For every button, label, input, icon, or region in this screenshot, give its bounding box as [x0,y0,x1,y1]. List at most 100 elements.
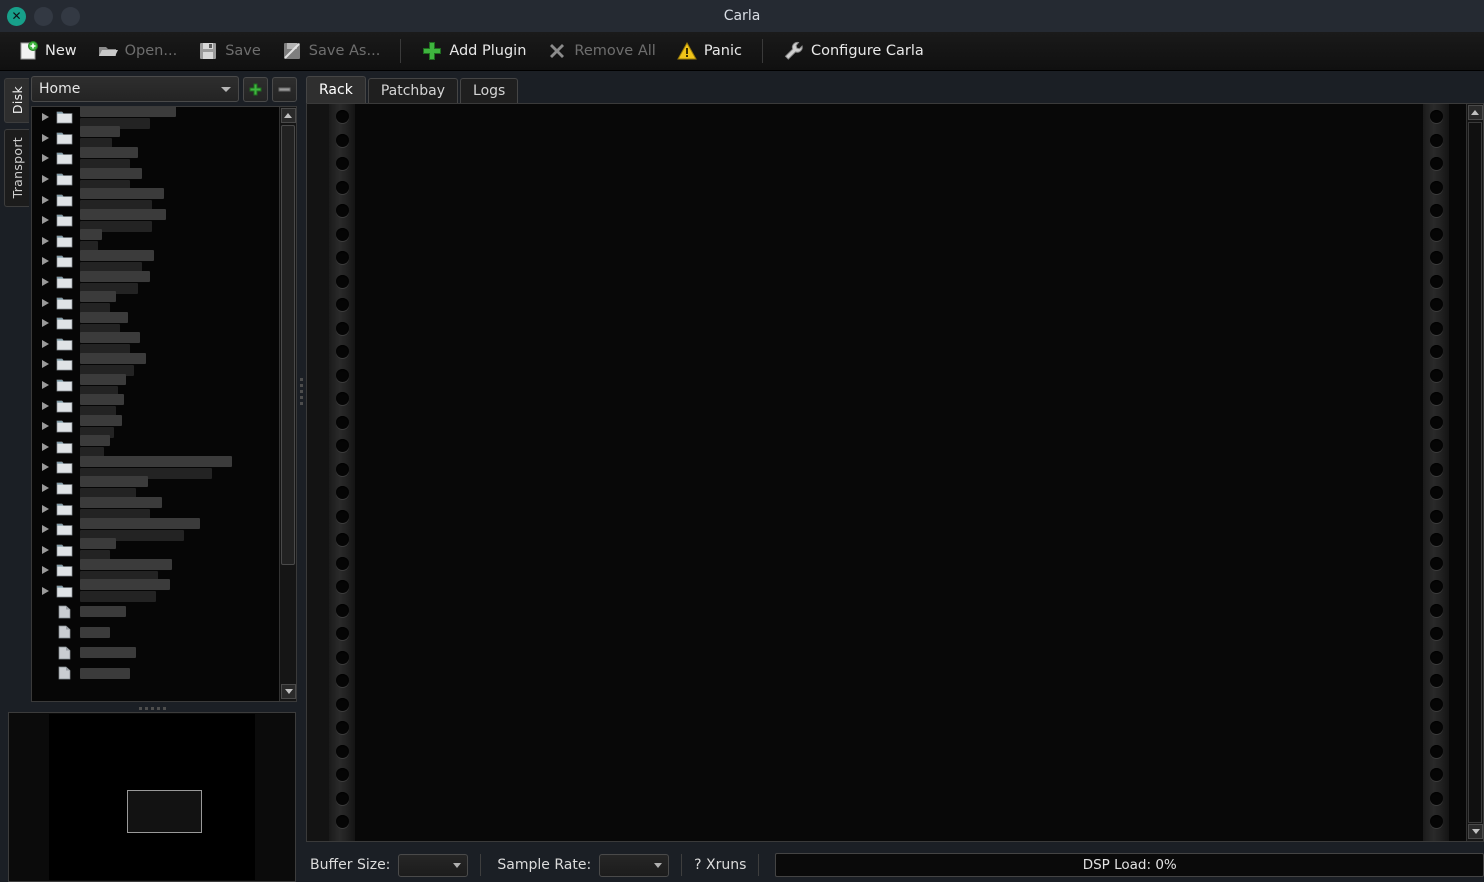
file-tree-row-label [80,579,170,603]
tab-logs[interactable]: Logs [460,78,519,103]
minimize-button[interactable] [34,6,53,26]
file-tree-row[interactable] [32,229,279,253]
file-tree-row[interactable] [32,291,279,315]
expand-triangle-icon[interactable] [38,440,52,454]
file-tree-row[interactable] [32,167,279,191]
expand-triangle-icon[interactable] [38,399,52,413]
rack-scroll-down-button[interactable] [1468,824,1483,839]
file-tree-row[interactable] [32,538,279,562]
file-tree[interactable] [31,106,297,702]
expand-triangle-icon[interactable] [38,172,52,186]
expand-triangle-icon[interactable] [38,563,52,577]
vertical-splitter[interactable] [297,76,306,706]
folder-icon [56,317,73,330]
scroll-down-button[interactable] [281,684,296,699]
file-tree-row[interactable] [32,579,279,603]
panic-button[interactable]: Panic [667,36,751,67]
file-tree-row[interactable] [32,394,279,418]
scroll-up-button[interactable] [280,108,296,123]
file-tree-row[interactable] [32,373,279,397]
rack-scrollbar-track[interactable] [1468,122,1482,823]
file-tree-row[interactable] [32,126,279,150]
folder-icon [56,482,73,495]
file-tree-row[interactable] [32,249,279,273]
file-tree-row[interactable] [32,414,279,438]
file-tree-row[interactable] [32,311,279,335]
expand-triangle-icon[interactable] [38,481,52,495]
rack-scroll-up-button[interactable] [1467,105,1483,120]
tab-rack[interactable]: Rack [306,76,366,103]
file-tree-row[interactable] [32,352,279,376]
file-tree-row[interactable] [32,188,279,212]
configure-carla-button[interactable]: Configure Carla [774,36,933,67]
new-button[interactable]: New [8,36,86,67]
file-tree-row[interactable] [32,476,279,500]
expand-triangle-icon[interactable] [38,543,52,557]
expand-triangle-icon[interactable] [38,254,52,268]
expand-triangle-icon[interactable] [38,193,52,207]
tab-patchbay[interactable]: Patchbay [367,78,459,103]
tree-indent-spacer [38,646,52,660]
expand-triangle-icon[interactable] [38,131,52,145]
folder-icon [56,338,73,351]
add-plugin-button[interactable]: Add Plugin [412,36,535,67]
minimap-viewport[interactable] [127,790,202,833]
file-tree-row[interactable] [32,622,279,643]
expand-triangle-icon[interactable] [38,378,52,392]
file-tree-row[interactable] [32,601,279,622]
expand-triangle-icon[interactable] [38,213,52,227]
open-button[interactable]: Open... [88,36,187,67]
sidebar-item-disk[interactable]: Disk [4,78,29,123]
file-tree-row[interactable] [32,517,279,541]
file-tree-row[interactable] [32,558,279,582]
sidebar-item-transport[interactable]: Transport [4,129,29,207]
expand-triangle-icon[interactable] [38,584,52,598]
expand-triangle-icon[interactable] [38,275,52,289]
file-tree-row[interactable] [32,208,279,232]
file-tree-row[interactable] [32,435,279,459]
file-tree-row[interactable] [32,332,279,356]
sample-rate-select[interactable] [599,853,670,877]
expand-triangle-icon[interactable] [38,316,52,330]
expand-triangle-icon[interactable] [38,151,52,165]
add-bookmark-button[interactable] [243,76,268,102]
remove-all-button[interactable]: Remove All [537,36,664,67]
patchbay-minimap[interactable] [8,712,296,882]
status-separator-1 [480,854,482,876]
expand-triangle-icon[interactable] [38,522,52,536]
expand-triangle-icon[interactable] [38,234,52,248]
file-tree-row[interactable] [32,642,279,663]
expand-triangle-icon[interactable] [38,110,52,124]
expand-triangle-icon[interactable] [38,337,52,351]
remove-bookmark-button[interactable] [272,76,297,102]
maximize-button[interactable] [61,6,80,26]
save-button[interactable]: Save [188,36,270,67]
location-select[interactable]: Home [31,76,239,102]
folder-icon [56,400,73,412]
file-tree-row[interactable] [32,455,279,479]
file-tree-row[interactable] [32,270,279,294]
close-button[interactable]: ✕ [7,6,26,26]
file-tree-row[interactable] [32,107,279,129]
main-toolbar: New Open... Save Save As... Add Plugin R… [0,32,1484,71]
file-tree-row-label [80,394,124,418]
file-tree-row[interactable] [32,146,279,170]
file-tree-row-label [80,538,116,562]
expand-triangle-icon[interactable] [38,460,52,474]
file-tree-row[interactable] [32,663,279,684]
file-tree-row[interactable] [32,497,279,521]
expand-triangle-icon[interactable] [38,296,52,310]
expand-triangle-icon[interactable] [38,502,52,516]
rack-view[interactable] [306,103,1484,842]
expand-triangle-icon[interactable] [38,357,52,371]
rack-scrollbar[interactable] [1466,104,1483,841]
buffer-size-select[interactable] [398,853,469,877]
plus-icon [423,42,442,60]
file-tree-scrollbar[interactable] [279,107,296,701]
rack-rail-left-edge [307,104,329,841]
save-as-button[interactable]: Save As... [272,36,390,67]
scrollbar-thumb[interactable] [281,125,295,565]
dsp-load-label: DSP Load: 0% [1082,857,1177,873]
tab-patchbay-label: Patchbay [380,83,446,99]
expand-triangle-icon[interactable] [38,419,52,433]
